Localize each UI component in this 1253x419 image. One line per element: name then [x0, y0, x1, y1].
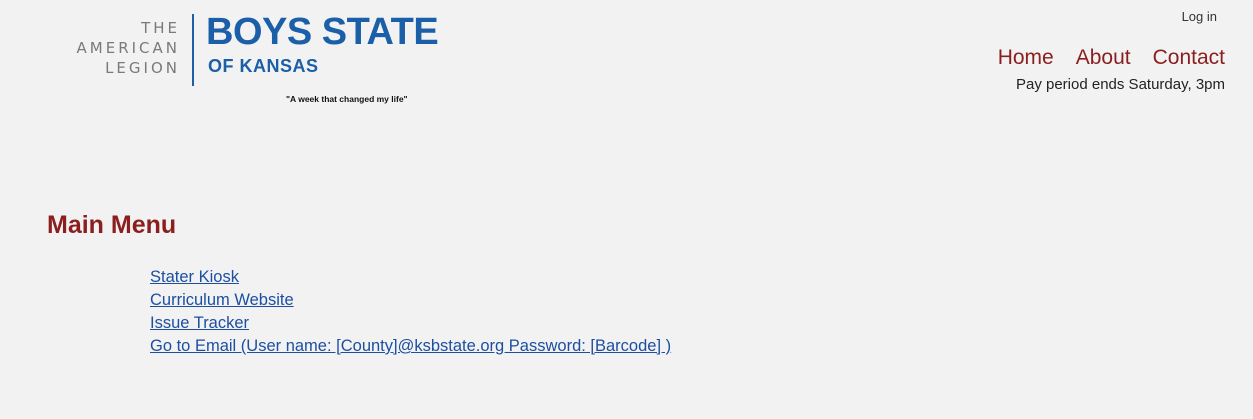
main-nav: Home About Contact	[998, 44, 1225, 72]
login-link[interactable]: Log in	[1182, 9, 1217, 24]
american-legion-wordmark: THE AMERICAN LEGION	[40, 18, 180, 78]
boys-state-logo[interactable]: THE AMERICAN LEGION BOYS STATE OF KANSAS…	[40, 11, 500, 114]
logo-divider	[192, 14, 194, 86]
list-item: Issue Tracker	[150, 312, 671, 335]
nav-contact[interactable]: Contact	[1153, 44, 1225, 72]
nav-about[interactable]: About	[1076, 44, 1131, 72]
curriculum-website-link[interactable]: Curriculum Website	[150, 291, 294, 309]
logo-title: BOYS STATE	[206, 11, 439, 53]
list-item: Go to Email (User name: [County]@ksbstat…	[150, 335, 671, 358]
email-link[interactable]: Go to Email (User name: [County]@ksbstat…	[150, 337, 671, 355]
legion-line-the: THE	[141, 19, 180, 37]
stater-kiosk-link[interactable]: Stater Kiosk	[150, 268, 239, 286]
list-item: Curriculum Website	[150, 289, 671, 312]
pay-period-notice: Pay period ends Saturday, 3pm	[1015, 76, 1225, 93]
issue-tracker-link[interactable]: Issue Tracker	[150, 314, 249, 332]
site-header: THE AMERICAN LEGION BOYS STATE OF KANSAS…	[0, 0, 1253, 130]
legion-line-american: AMERICAN	[76, 39, 180, 57]
page-title: Main Menu	[47, 211, 177, 239]
legion-line-legion: LEGION	[105, 59, 180, 77]
list-item: Stater Kiosk	[150, 266, 671, 289]
main-menu-list: Stater Kiosk Curriculum Website Issue Tr…	[150, 266, 671, 358]
logo-tagline: "A week that changed my life"	[286, 94, 408, 104]
logo-subtitle: OF KANSAS	[208, 56, 319, 76]
nav-home[interactable]: Home	[998, 44, 1054, 72]
